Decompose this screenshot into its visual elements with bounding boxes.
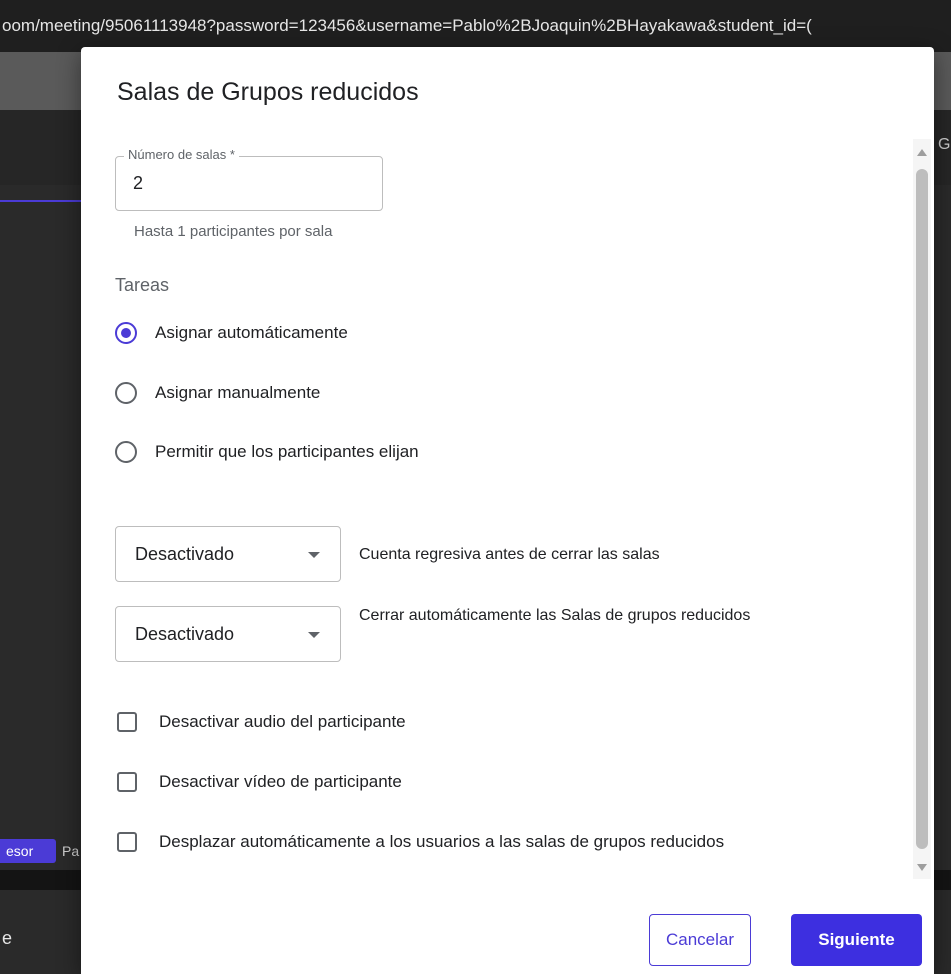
tasks-section-label: Tareas: [115, 275, 170, 295]
chevron-down-icon: [308, 632, 320, 638]
radio-label: Asignar manualmente: [155, 383, 321, 402]
cancel-button[interactable]: Cancelar: [649, 914, 751, 966]
radio-let-participants-choose[interactable]: Permitir que los participantes elijan: [115, 437, 419, 467]
number-of-rooms-label: Número de salas *: [124, 147, 239, 162]
next-button[interactable]: Siguiente: [791, 914, 922, 966]
auto-close-select[interactable]: Desactivado: [115, 606, 341, 662]
checkbox-label: Desactivar vídeo de participante: [159, 772, 402, 791]
checkbox-disable-video[interactable]: Desactivar vídeo de participante: [117, 767, 402, 797]
radio-assign-automatically[interactable]: Asignar automáticamente: [115, 318, 348, 348]
scroll-up-arrow-icon[interactable]: [917, 149, 927, 156]
background-right-fragment: G: [938, 136, 951, 153]
number-of-rooms-field[interactable]: Número de salas * 2: [115, 147, 383, 211]
background-bottom-fragment: e: [2, 928, 13, 948]
checkbox-label: Desplazar automáticamente a los usuarios…: [159, 832, 725, 851]
radio-label: Permitir que los participantes elijan: [155, 442, 419, 461]
auto-close-description: Cerrar automáticamente las Salas de grup…: [359, 607, 751, 624]
checkbox-label: Desactivar audio del participante: [159, 712, 406, 731]
radio-unselected-icon: [115, 382, 137, 404]
dialog-title: Salas de Grupos reducidos: [117, 78, 419, 106]
countdown-select-value: Desactivado: [135, 544, 235, 564]
scroll-down-arrow-icon[interactable]: [917, 864, 927, 871]
background-role-chip: esor: [0, 839, 56, 863]
auto-close-select-value: Desactivado: [135, 624, 235, 644]
background-chip-next: Pa: [62, 843, 80, 859]
number-of-rooms-value: 2: [133, 173, 144, 193]
participants-per-room-hint: Hasta 1 participantes por sala: [134, 223, 333, 240]
radio-assign-manually[interactable]: Asignar manualmente: [115, 378, 320, 408]
radio-selected-icon: [115, 322, 137, 344]
countdown-select[interactable]: Desactivado: [115, 526, 341, 582]
dialog-scrollbar[interactable]: [913, 139, 931, 879]
checkbox-icon: [117, 772, 137, 792]
checkbox-icon: [117, 832, 137, 852]
checkbox-auto-move-users[interactable]: Desplazar automáticamente a los usuarios…: [117, 827, 724, 857]
dialog-content: Número de salas * 2 Hasta 1 participante…: [81, 139, 934, 879]
radio-label: Asignar automáticamente: [155, 323, 348, 342]
url-text: oom/meeting/95061113948?password=123456&…: [2, 16, 812, 35]
background-accent-line: [0, 200, 82, 202]
checkbox-mute-audio[interactable]: Desactivar audio del participante: [117, 707, 406, 737]
countdown-description: Cuenta regresiva antes de cerrar las sal…: [359, 546, 660, 563]
breakout-rooms-dialog: Salas de Grupos reducidos Número de sala…: [81, 47, 934, 974]
checkbox-icon: [117, 712, 137, 732]
browser-url-bar[interactable]: oom/meeting/95061113948?password=123456&…: [0, 0, 951, 52]
radio-unselected-icon: [115, 441, 137, 463]
scrollbar-thumb[interactable]: [916, 169, 928, 849]
chevron-down-icon: [308, 552, 320, 558]
